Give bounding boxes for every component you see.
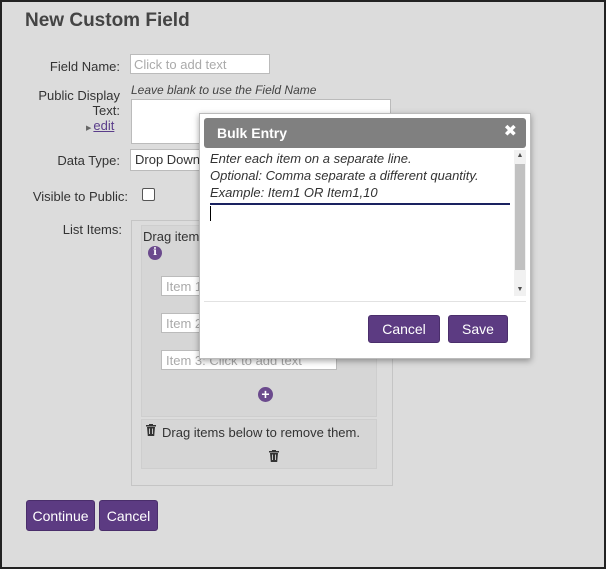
public-display-hint: Leave blank to use the Field Name	[131, 83, 317, 97]
continue-button[interactable]: Continue	[26, 500, 95, 531]
remove-instructions: Drag items below to remove them.	[162, 425, 360, 440]
bulk-instruction-line3: Example: Item1 OR Item1,10	[210, 185, 378, 200]
field-name-input[interactable]: Click to add text	[130, 54, 270, 74]
data-type-label: Data Type:	[57, 153, 120, 168]
text-cursor	[210, 206, 211, 221]
close-icon[interactable]: ✖	[504, 124, 517, 140]
scroll-up-icon[interactable]: ▲	[514, 150, 526, 162]
cancel-button[interactable]: Cancel	[99, 500, 158, 531]
dialog-save-button[interactable]: Save	[448, 315, 508, 343]
visible-public-label: Visible to Public:	[32, 189, 128, 204]
dialog-header: Bulk Entry ✖	[204, 118, 526, 148]
edit-link[interactable]: ▶ edit	[86, 118, 114, 133]
add-item-icon[interactable]: +	[258, 387, 273, 402]
remove-panel: Drag items below to remove them.	[141, 419, 377, 469]
page-title: New Custom Field	[25, 10, 190, 31]
public-display-label: Public Display Text:	[22, 88, 120, 118]
field-name-label: Field Name:	[49, 59, 120, 74]
list-items-label: List Items:	[62, 222, 122, 237]
edit-link-label: edit	[93, 118, 115, 133]
public-display-label-line1: Public Display	[38, 88, 120, 103]
bulk-instruction-line2: Optional: Comma separate a different qua…	[210, 168, 479, 183]
bulk-instruction-line1: Enter each item on a separate line.	[210, 151, 412, 166]
dialog-cancel-button[interactable]: Cancel	[368, 315, 440, 343]
trash-icon	[146, 424, 156, 436]
bulk-instructions: Enter each item on a separate line. Opti…	[210, 150, 510, 205]
dialog-title: Bulk Entry	[217, 125, 288, 141]
visible-public-checkbox[interactable]	[142, 188, 155, 201]
bulk-scrollbar[interactable]: ▲ ▼	[514, 150, 526, 296]
public-display-label-line2: Text:	[92, 103, 120, 118]
info-icon[interactable]: i	[148, 246, 162, 260]
trash-drop-icon[interactable]	[269, 450, 279, 462]
scroll-down-icon[interactable]: ▼	[514, 284, 526, 296]
bulk-entry-dialog: Bulk Entry ✖ Enter each item on a separa…	[199, 113, 531, 359]
dialog-divider	[204, 301, 526, 302]
page-frame: New Custom Field Field Name: Click to ad…	[0, 0, 606, 569]
caret-right-icon: ▶	[86, 125, 92, 132]
bulk-entry-textarea[interactable]: Enter each item on a separate line. Opti…	[204, 150, 526, 296]
scroll-thumb[interactable]	[515, 164, 525, 270]
